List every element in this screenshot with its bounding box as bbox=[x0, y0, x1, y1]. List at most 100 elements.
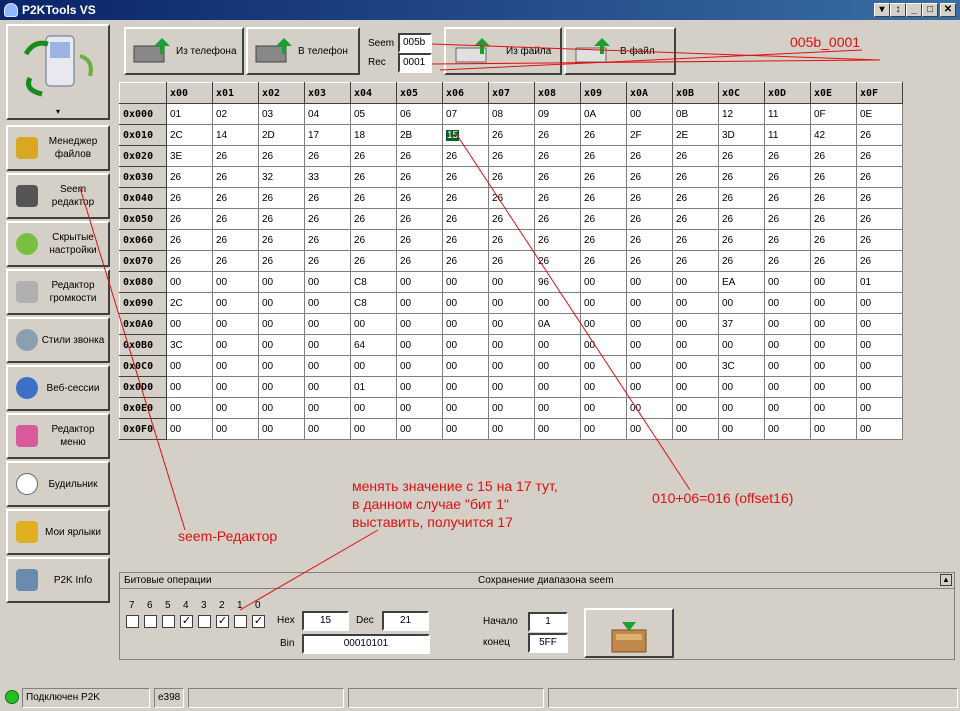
hex-cell[interactable]: 26 bbox=[626, 208, 673, 230]
hex-cell[interactable]: 26 bbox=[212, 208, 259, 230]
hex-cell[interactable]: 00 bbox=[764, 397, 811, 419]
hex-cell[interactable]: 00 bbox=[672, 292, 719, 314]
hex-cell[interactable]: 26 bbox=[856, 166, 903, 188]
hex-cell[interactable]: 0A bbox=[534, 313, 581, 335]
hex-cell[interactable]: 26 bbox=[396, 145, 443, 167]
hex-cell[interactable]: 00 bbox=[488, 418, 535, 440]
hex-cell[interactable]: 26 bbox=[534, 229, 581, 251]
bit-checkbox[interactable] bbox=[126, 615, 139, 628]
hex-cell[interactable]: 26 bbox=[442, 208, 489, 230]
hex-cell[interactable]: 11 bbox=[764, 103, 811, 125]
hex-cell[interactable]: 26 bbox=[166, 166, 213, 188]
hex-cell[interactable]: 00 bbox=[534, 334, 581, 356]
hex-cell[interactable]: 00 bbox=[396, 334, 443, 356]
hex-cell[interactable]: 26 bbox=[672, 145, 719, 167]
hex-cell[interactable]: 26 bbox=[488, 145, 535, 167]
hex-cell[interactable]: 26 bbox=[672, 166, 719, 188]
hex-cell[interactable]: 00 bbox=[488, 355, 535, 377]
hex-cell[interactable]: 00 bbox=[166, 313, 213, 335]
hex-cell[interactable]: 00 bbox=[856, 292, 903, 314]
hex-cell[interactable]: 00 bbox=[856, 397, 903, 419]
hex-cell[interactable]: 00 bbox=[488, 313, 535, 335]
hex-cell[interactable]: 00 bbox=[810, 271, 857, 293]
hex-cell[interactable]: 26 bbox=[488, 250, 535, 272]
bit-checkbox[interactable] bbox=[162, 615, 175, 628]
hex-cell[interactable]: 26 bbox=[396, 229, 443, 251]
hex-cell[interactable]: 26 bbox=[856, 250, 903, 272]
hex-cell[interactable]: 00 bbox=[396, 418, 443, 440]
hex-cell[interactable]: 26 bbox=[580, 145, 627, 167]
hex-cell[interactable]: 26 bbox=[304, 208, 351, 230]
hex-cell[interactable]: 00 bbox=[580, 418, 627, 440]
hex-cell[interactable]: 26 bbox=[350, 166, 397, 188]
hex-cell[interactable]: 00 bbox=[166, 376, 213, 398]
hex-cell[interactable]: 26 bbox=[534, 187, 581, 209]
hex-cell[interactable]: 00 bbox=[626, 103, 673, 125]
sidebar-item-hidden-settings[interactable]: Скрытые настройки bbox=[6, 221, 110, 267]
hex-cell[interactable]: 0E bbox=[856, 103, 903, 125]
hex-cell[interactable]: 26 bbox=[488, 229, 535, 251]
hex-cell[interactable]: 00 bbox=[580, 376, 627, 398]
hex-cell[interactable]: 00 bbox=[856, 376, 903, 398]
hex-cell[interactable]: 00 bbox=[304, 418, 351, 440]
hex-cell[interactable]: 26 bbox=[442, 187, 489, 209]
hex-cell[interactable]: 26 bbox=[350, 208, 397, 230]
hex-cell[interactable]: 0A bbox=[580, 103, 627, 125]
hex-cell[interactable]: 00 bbox=[580, 334, 627, 356]
hex-cell[interactable]: 26 bbox=[810, 145, 857, 167]
hex-cell[interactable]: 00 bbox=[626, 313, 673, 335]
hex-cell[interactable]: 26 bbox=[580, 250, 627, 272]
hex-cell[interactable]: 26 bbox=[580, 187, 627, 209]
hex-cell[interactable]: 00 bbox=[672, 376, 719, 398]
hex-cell[interactable]: 00 bbox=[810, 376, 857, 398]
hex-cell[interactable]: 2B bbox=[396, 124, 443, 146]
hex-cell[interactable]: 26 bbox=[718, 187, 765, 209]
hex-cell[interactable]: 2D bbox=[258, 124, 305, 146]
hex-cell[interactable]: 00 bbox=[488, 292, 535, 314]
hex-cell[interactable]: 26 bbox=[764, 229, 811, 251]
hex-cell[interactable]: 00 bbox=[350, 418, 397, 440]
hex-cell[interactable]: 26 bbox=[304, 229, 351, 251]
hex-cell[interactable]: 17 bbox=[304, 124, 351, 146]
hex-cell[interactable]: 26 bbox=[856, 145, 903, 167]
hex-cell[interactable]: 00 bbox=[304, 292, 351, 314]
hex-cell[interactable]: 18 bbox=[350, 124, 397, 146]
hex-cell[interactable]: 00 bbox=[396, 292, 443, 314]
hex-cell[interactable]: 26 bbox=[212, 166, 259, 188]
hex-cell[interactable]: 00 bbox=[212, 355, 259, 377]
hex-cell[interactable]: 26 bbox=[626, 187, 673, 209]
hex-input[interactable]: 15 bbox=[302, 611, 349, 631]
hex-cell[interactable]: 00 bbox=[764, 355, 811, 377]
hex-cell[interactable]: 26 bbox=[718, 145, 765, 167]
hex-cell[interactable]: 00 bbox=[718, 376, 765, 398]
hex-cell[interactable]: 00 bbox=[258, 334, 305, 356]
arrows-icon[interactable]: ↕ bbox=[890, 3, 906, 17]
hex-cell[interactable]: 00 bbox=[856, 418, 903, 440]
hex-cell[interactable]: 00 bbox=[718, 292, 765, 314]
hex-cell[interactable]: 0B bbox=[672, 103, 719, 125]
hex-cell[interactable]: 00 bbox=[718, 334, 765, 356]
hex-cell[interactable]: 00 bbox=[442, 355, 489, 377]
hex-cell[interactable]: 00 bbox=[672, 334, 719, 356]
sidebar-item-shortcuts[interactable]: Мои ярлыки bbox=[6, 509, 110, 555]
hex-cell[interactable]: 00 bbox=[764, 271, 811, 293]
hex-cell[interactable]: 00 bbox=[350, 313, 397, 335]
hex-cell[interactable]: 00 bbox=[258, 418, 305, 440]
hex-cell[interactable]: 26 bbox=[580, 124, 627, 146]
hex-cell[interactable]: 00 bbox=[672, 271, 719, 293]
hex-cell[interactable]: 26 bbox=[442, 229, 489, 251]
sidebar-item-ring-styles[interactable]: Стили звонка bbox=[6, 317, 110, 363]
hex-cell[interactable]: 26 bbox=[764, 187, 811, 209]
hex-cell[interactable]: 07 bbox=[442, 103, 489, 125]
hex-cell[interactable]: 00 bbox=[396, 313, 443, 335]
hex-cell[interactable]: 00 bbox=[350, 397, 397, 419]
hex-cell[interactable]: 2C bbox=[166, 292, 213, 314]
bit-checkbox[interactable] bbox=[144, 615, 157, 628]
hex-cell[interactable]: 06 bbox=[396, 103, 443, 125]
hex-cell[interactable]: 26 bbox=[856, 187, 903, 209]
hex-cell[interactable]: 00 bbox=[810, 418, 857, 440]
hex-cell[interactable]: 26 bbox=[580, 166, 627, 188]
dec-input[interactable]: 21 bbox=[382, 611, 429, 631]
hex-cell[interactable]: 26 bbox=[488, 187, 535, 209]
hex-cell[interactable]: 00 bbox=[534, 418, 581, 440]
